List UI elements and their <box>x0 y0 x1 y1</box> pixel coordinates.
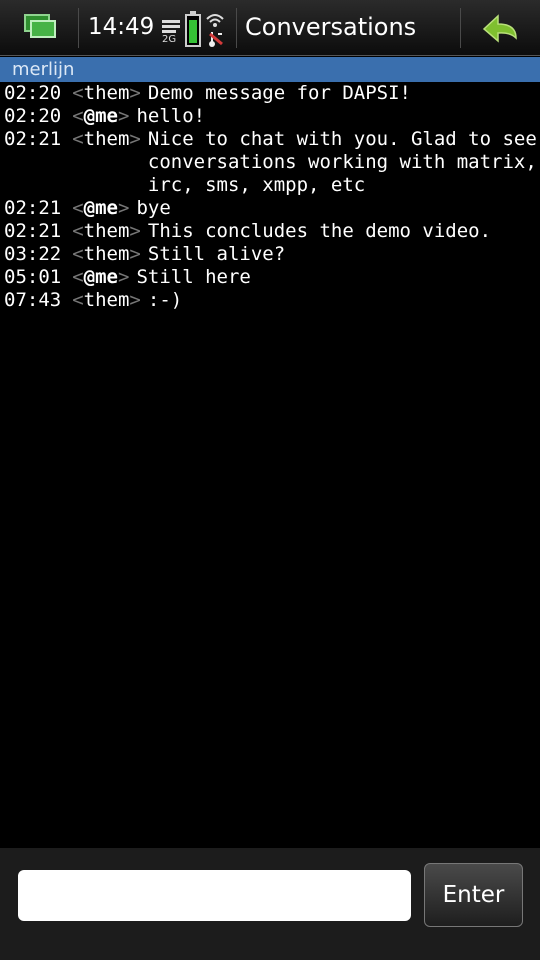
nick-open-bracket: < <box>72 197 84 219</box>
message-time: 03:22 <box>4 243 62 265</box>
app-title: Conversations <box>245 13 417 41</box>
nick-close-bracket: > <box>129 220 141 242</box>
back-arrow-icon[interactable] <box>472 8 532 48</box>
nick-open-bracket: < <box>72 220 84 242</box>
contact-name-bar: merlijn <box>0 57 540 82</box>
message-row: 03:22 < them > Still alive? <box>4 243 540 266</box>
message-log[interactable]: 02:20 < them > Demo message for DAPSI! 02:20 <… <box>0 82 540 846</box>
contact-name: merlijn <box>12 59 75 80</box>
message-row: 02:21 < them > This concludes the demo video… <box>4 220 540 243</box>
nick-open-bracket: < <box>72 289 84 311</box>
status-separator <box>460 8 461 48</box>
compose-area: Enter <box>0 848 540 960</box>
nick-close-bracket: > <box>117 266 130 288</box>
nick-open-bracket: < <box>72 128 84 150</box>
message-row: 02:20 < them > Demo message for DAPSI! <box>4 82 540 105</box>
battery-icon <box>185 11 201 47</box>
message-nick: them <box>83 243 130 265</box>
message-row: 05:01 < @me > Still here <box>4 266 540 289</box>
message-text: This concludes the demo video. <box>147 220 492 242</box>
message-row: 02:21 < them > Nice to chat with you. Glad t… <box>4 128 540 197</box>
message-text: hello! <box>136 105 206 127</box>
message-time: 02:20 <box>4 105 62 127</box>
message-row: 02:21 < @me > bye <box>4 197 540 220</box>
nick-open-bracket: < <box>72 266 84 288</box>
message-time: 07:43 <box>4 289 62 311</box>
message-time: 02:20 <box>4 82 62 104</box>
nick-open-bracket: < <box>72 82 84 104</box>
message-text: Nice to chat with you. Glad to see conve… <box>147 128 537 196</box>
nick-close-bracket: > <box>117 105 130 127</box>
message-input[interactable] <box>18 870 411 921</box>
message-text: Still here <box>136 266 251 288</box>
message-nick: @me <box>83 266 118 288</box>
message-row: 07:43 < them > :-) <box>4 289 540 312</box>
message-nick: them <box>83 289 130 311</box>
message-text: bye <box>136 197 171 219</box>
message-time: 02:21 <box>4 220 62 242</box>
message-row: 02:20 < @me > hello! <box>4 105 540 128</box>
message-nick: them <box>83 128 130 150</box>
message-text: :-) <box>147 289 183 311</box>
status-bar: 14:49 2G Conversations <box>0 0 540 56</box>
message-text: Demo message for DAPSI! <box>147 82 411 104</box>
network-type: 2G <box>162 34 177 45</box>
message-time: 02:21 <box>4 197 62 219</box>
enter-button[interactable]: Enter <box>424 863 523 927</box>
message-text: Still alive? <box>147 243 286 265</box>
nick-open-bracket: < <box>72 243 84 265</box>
message-nick: @me <box>83 197 118 219</box>
message-nick: them <box>83 220 130 242</box>
nick-close-bracket: > <box>129 82 141 104</box>
clock: 14:49 <box>88 14 155 40</box>
nick-open-bracket: < <box>72 105 84 127</box>
wifi-icon <box>206 14 224 47</box>
message-time: 05:01 <box>4 266 62 288</box>
nick-close-bracket: > <box>129 128 141 150</box>
task-switcher-icon[interactable] <box>20 12 60 42</box>
message-nick: them <box>83 82 130 104</box>
status-separator <box>236 8 237 48</box>
nick-close-bracket: > <box>117 197 130 219</box>
signal-icon: 2G <box>160 20 182 48</box>
message-nick: @me <box>83 105 118 127</box>
nick-close-bracket: > <box>129 243 141 265</box>
message-time: 02:21 <box>4 128 62 150</box>
status-separator <box>78 8 79 48</box>
nick-close-bracket: > <box>129 289 141 311</box>
